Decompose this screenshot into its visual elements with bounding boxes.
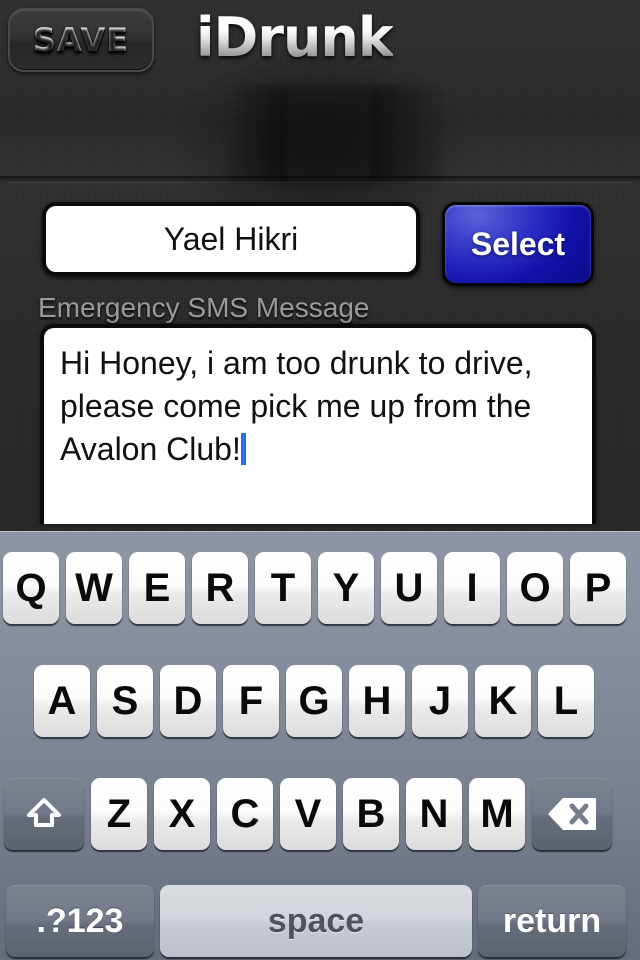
contact-name-value: Yael Hikri	[163, 220, 299, 257]
key-w[interactable]: W	[66, 552, 122, 624]
key-d-label: D	[173, 678, 203, 723]
key-f-label: F	[238, 678, 264, 723]
save-button-label: SAVE	[32, 21, 130, 59]
key-p[interactable]: P	[570, 552, 626, 624]
key-q[interactable]: Q	[3, 552, 59, 624]
key-v-label: V	[294, 791, 322, 836]
key-t[interactable]: T	[255, 552, 311, 624]
key-h-label: H	[362, 678, 392, 723]
keyboard-row-3: Z X C V B N M	[0, 778, 640, 850]
key-y-label: Y	[332, 565, 360, 610]
key-b-label: B	[356, 791, 386, 836]
contact-name-input[interactable]: Yael Hikri	[42, 202, 420, 276]
key-k[interactable]: K	[475, 665, 531, 737]
key-o[interactable]: O	[507, 552, 563, 624]
space-key-label: space	[267, 901, 365, 940]
key-i-label: I	[466, 565, 478, 610]
keyboard-row-4: .?123 space return	[0, 885, 640, 957]
key-v[interactable]: V	[280, 778, 336, 850]
select-contact-button[interactable]: Select	[442, 202, 594, 286]
background-seam-left	[228, 86, 288, 182]
return-key-label: return	[502, 901, 602, 940]
key-n[interactable]: N	[406, 778, 462, 850]
key-l[interactable]: L	[538, 665, 594, 737]
text-cursor	[240, 433, 246, 465]
key-m-label: M	[480, 791, 514, 836]
key-u-label: U	[394, 565, 424, 610]
space-key[interactable]: space	[160, 885, 472, 957]
message-textarea[interactable]: Hi Honey, i am too drunk to drive, pleas…	[40, 324, 596, 524]
key-a[interactable]: A	[34, 665, 90, 737]
key-r-label: R	[205, 565, 235, 610]
key-c[interactable]: C	[217, 778, 273, 850]
contact-row: Yael Hikri Select	[0, 202, 640, 286]
key-p-label: P	[584, 565, 612, 610]
backspace-delete-icon	[548, 798, 596, 830]
save-button[interactable]: SAVE	[8, 8, 154, 72]
key-c-label: C	[230, 791, 260, 836]
key-u[interactable]: U	[381, 552, 437, 624]
message-text-content: Hi Honey, i am too drunk to drive, pleas…	[60, 342, 576, 471]
page-title: iDrunk	[196, 6, 394, 69]
key-k-label: K	[488, 678, 518, 723]
key-s-label: S	[111, 678, 139, 723]
key-e-label: E	[143, 565, 171, 610]
key-g-label: G	[298, 678, 330, 723]
key-m[interactable]: M	[469, 778, 525, 850]
key-f[interactable]: F	[223, 665, 279, 737]
form-area: Yael Hikri Select Emergency SMS Message …	[0, 186, 640, 531]
key-l-label: L	[553, 678, 579, 723]
key-b[interactable]: B	[343, 778, 399, 850]
message-value: Hi Honey, i am too drunk to drive, pleas…	[60, 345, 542, 467]
key-a-label: A	[47, 678, 77, 723]
return-key[interactable]: return	[478, 885, 626, 957]
keyboard-row-2: A S D F G H J K L	[0, 665, 640, 737]
key-o-label: O	[519, 565, 551, 610]
key-z-label: Z	[106, 791, 132, 836]
shift-arrow-icon	[27, 798, 61, 827]
keyboard-row-1: Q W E R T Y U I O P	[0, 552, 640, 624]
key-n-label: N	[419, 791, 449, 836]
key-j-label: J	[428, 678, 452, 723]
key-w-label: W	[75, 565, 113, 610]
app-window: SAVE iDrunk Yael Hikri Select Emergency …	[0, 0, 640, 960]
select-button-label: Select	[470, 225, 566, 262]
key-g[interactable]: G	[286, 665, 342, 737]
key-x[interactable]: X	[154, 778, 210, 850]
key-q-label: Q	[15, 565, 47, 610]
key-x-label: X	[168, 791, 196, 836]
key-t-label: T	[270, 565, 296, 610]
message-label: Emergency SMS Message	[38, 292, 370, 323]
key-j[interactable]: J	[412, 665, 468, 737]
background-seam-right	[370, 86, 440, 182]
key-d[interactable]: D	[160, 665, 216, 737]
key-y[interactable]: Y	[318, 552, 374, 624]
key-e[interactable]: E	[129, 552, 185, 624]
key-h[interactable]: H	[349, 665, 405, 737]
key-r[interactable]: R	[192, 552, 248, 624]
backspace-key[interactable]	[532, 778, 612, 850]
key-s[interactable]: S	[97, 665, 153, 737]
background-seam-middle	[288, 86, 370, 186]
numeric-mode-key[interactable]: .?123	[6, 885, 154, 957]
on-screen-keyboard: Q W E R T Y U I O P A S D F G H J K L Z …	[0, 531, 640, 960]
shift-key[interactable]	[4, 778, 84, 850]
key-i[interactable]: I	[444, 552, 500, 624]
numeric-mode-label: .?123	[36, 901, 124, 940]
app-header: SAVE iDrunk	[0, 0, 640, 86]
key-z[interactable]: Z	[91, 778, 147, 850]
